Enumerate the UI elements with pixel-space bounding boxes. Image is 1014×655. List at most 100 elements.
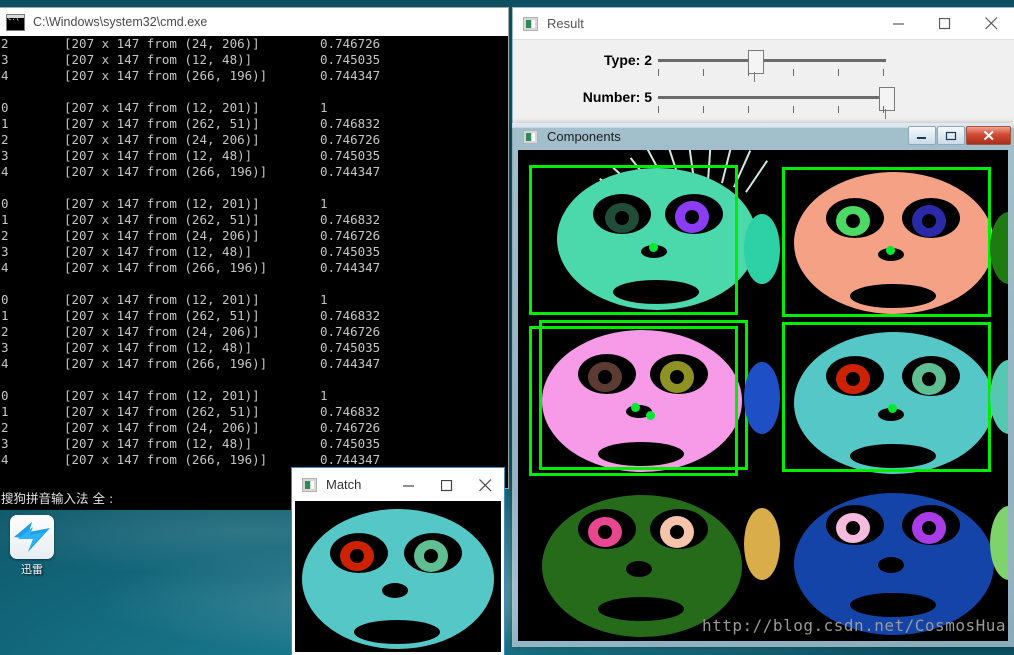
- console-line-score: 1: [320, 196, 328, 211]
- console-line-patch: [207 x 147 from (24, 206)]: [64, 420, 260, 435]
- selection-box-3b[interactable]: [539, 320, 748, 470]
- console-line-score: 0.746832: [320, 116, 381, 131]
- slider-track-type[interactable]: [658, 59, 886, 62]
- components-title: Components: [547, 129, 621, 144]
- selection-box-4[interactable]: [782, 322, 991, 472]
- console-line-index: 2: [1, 420, 9, 435]
- result-minimize-button[interactable]: [876, 8, 922, 39]
- match-maximize-button[interactable]: [428, 469, 466, 502]
- ime-status-bar: 搜狗拼音输入法 全 :: [0, 488, 296, 510]
- console-line-index: 1: [1, 308, 9, 323]
- slider-row-type[interactable]: Type: 2: [513, 48, 1014, 82]
- console-line: 3 [207 x 147 from (12, 48)] 0.745035: [0, 436, 508, 452]
- console-line-index: 0: [1, 388, 9, 403]
- console-line-patch: [207 x 147 from (12, 201)]: [64, 100, 260, 115]
- console-line-patch: [207 x 147 from (266, 196)]: [64, 452, 268, 467]
- console-line-index: 1: [1, 404, 9, 419]
- result-titlebar[interactable]: Result: [513, 8, 1014, 40]
- console-line: 1 [207 x 147 from (262, 51)] 0.746832: [0, 308, 508, 324]
- console-line: 3 [207 x 147 from (12, 48)] 0.745035: [0, 340, 508, 356]
- console-line-patch: [207 x 147 from (262, 51)]: [64, 116, 260, 131]
- selection-box-2[interactable]: [782, 167, 991, 317]
- console-line: 0 [207 x 147 from (12, 201)] 1: [0, 100, 508, 116]
- slider-label-number: Number: 5: [582, 89, 652, 105]
- console-line-score: 0.745035: [320, 244, 381, 259]
- console-line-score: 0.746726: [320, 132, 381, 147]
- result-window-buttons: [876, 8, 1014, 39]
- slider-ticks-type: [658, 69, 886, 76]
- opencv-window-icon: [523, 16, 538, 31]
- slider-row-number[interactable]: Number: 5: [513, 85, 1014, 119]
- console-line-patch: [207 x 147 from (12, 201)]: [64, 292, 260, 307]
- console-line-patch: [207 x 147 from (24, 206)]: [64, 324, 260, 339]
- cmd-window[interactable]: C:\Windows\system32\cmd.exe 2 [207 x 147 …: [0, 8, 508, 488]
- console-line-index: 0: [1, 100, 9, 115]
- components-window-buttons: [907, 126, 1011, 145]
- result-slider-pane: Type: 2 Number: 5: [513, 40, 1014, 127]
- match-title: Match: [326, 477, 362, 492]
- slider-track-number[interactable]: [658, 96, 886, 99]
- console-line-score: 0.746726: [320, 324, 381, 339]
- console-line-patch: [207 x 147 from (262, 51)]: [64, 308, 260, 323]
- console-line: 4 [207 x 147 from (266, 196)] 0.744347: [0, 164, 508, 180]
- result-title: Result: [547, 16, 584, 31]
- console-line-score: 1: [320, 388, 328, 403]
- opencv-window-icon: [302, 477, 317, 492]
- console-line: 1 [207 x 147 from (262, 51)] 0.746832: [0, 404, 508, 420]
- result-maximize-button[interactable]: [922, 8, 968, 39]
- components-window[interactable]: Components http://blog.csdn.net/CosmosHu…: [513, 124, 1014, 646]
- console-line-score: 1: [320, 100, 328, 115]
- console-line-score: 0.745035: [320, 52, 381, 67]
- match-minimize-button[interactable]: [390, 469, 428, 502]
- desktop-icon-label: 迅雷: [21, 563, 43, 576]
- components-restore-button[interactable]: [937, 126, 965, 145]
- selection-box-1[interactable]: [529, 165, 738, 315]
- console-line-index: 4: [1, 356, 9, 371]
- console-line-score: 0.746726: [320, 420, 381, 435]
- face-turquoise-match: [298, 505, 498, 652]
- components-canvas[interactable]: http://blog.csdn.net/CosmosHua: [518, 150, 1008, 641]
- cmd-titlebar[interactable]: C:\Windows\system32\cmd.exe: [0, 8, 508, 36]
- components-close-button[interactable]: [966, 126, 1011, 145]
- thunder-arrow-icon: [10, 515, 54, 559]
- console-line: 4 [207 x 147 from (266, 196)] 0.744347: [0, 452, 508, 468]
- console-line-score: 0.744347: [320, 356, 381, 371]
- watermark-text: http://blog.csdn.net/CosmosHua: [702, 616, 1006, 635]
- console-line-score: 0.746726: [320, 228, 381, 243]
- console-line-patch: [207 x 147 from (24, 206)]: [64, 36, 260, 51]
- console-line-score: 0.744347: [320, 260, 381, 275]
- console-line-patch: [207 x 147 from (12, 48)]: [64, 340, 253, 355]
- console-line-patch: [207 x 147 from (12, 48)]: [64, 52, 253, 67]
- console-line-index: 4: [1, 68, 9, 83]
- console-line-index: 2: [1, 324, 9, 339]
- slider-label-type: Type: 2: [604, 52, 652, 68]
- desktop-icon-thunder[interactable]: 迅雷: [2, 515, 62, 577]
- cmd-icon: [6, 13, 25, 31]
- console-line-patch: [207 x 147 from (12, 48)]: [64, 244, 253, 259]
- console-line-index: 1: [1, 116, 9, 131]
- components-minimize-button[interactable]: [908, 126, 936, 145]
- console-line: 1 [207 x 147 from (262, 51)] 0.746832: [0, 116, 508, 132]
- console-line: 2 [207 x 147 from (24, 206)] 0.746726: [0, 132, 508, 148]
- components-titlebar[interactable]: Components: [513, 124, 1014, 149]
- ellipse-blue-row2: [744, 362, 780, 434]
- console-line: 4 [207 x 147 from (266, 196)] 0.744347: [0, 356, 508, 372]
- ellipse-teal-row1: [744, 214, 780, 284]
- cmd-console-output[interactable]: 2 [207 x 147 from (24, 206)] 0.746726 3 [207…: [0, 36, 508, 488]
- console-line-patch: [207 x 147 from (266, 196)]: [64, 260, 268, 275]
- match-window[interactable]: Match: [292, 468, 504, 655]
- console-line-index: 0: [1, 196, 9, 211]
- console-line-score: 0.744347: [320, 68, 381, 83]
- match-titlebar[interactable]: Match: [292, 468, 504, 501]
- result-window[interactable]: Result Type: 2 Number: 5: [513, 8, 1014, 127]
- console-line: 0 [207 x 147 from (12, 201)] 1: [0, 196, 508, 212]
- console-line-score: 0.745035: [320, 436, 381, 451]
- match-close-button[interactable]: [466, 469, 504, 502]
- result-close-button[interactable]: [968, 8, 1014, 39]
- match-window-buttons: [390, 469, 504, 500]
- console-line: 3 [207 x 147 from (12, 48)] 0.745035: [0, 52, 508, 68]
- cmd-title: C:\Windows\system32\cmd.exe: [33, 15, 208, 29]
